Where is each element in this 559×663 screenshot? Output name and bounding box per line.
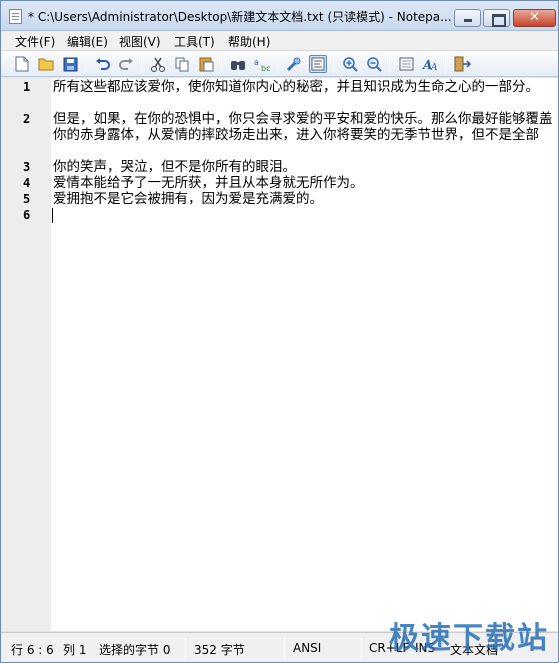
title-bar[interactable]: * C:\Users\Administrator\Desktop\新建文本文档.… <box>1 1 558 31</box>
status-separator <box>361 638 362 658</box>
status-column: 列 1 <box>63 643 87 657</box>
line-number-gutter: 1 2 3 4 5 6 <box>1 78 51 631</box>
maximize-button[interactable] <box>483 9 510 27</box>
status-separator <box>185 638 186 658</box>
zoom-out-icon[interactable] <box>365 55 383 73</box>
menu-help[interactable]: 帮助(H) <box>224 33 274 50</box>
text-editor[interactable]: 1 2 3 4 5 6 所有这些都应该爱你，使你知道你内心的秘密，并且知识成为生… <box>1 78 558 631</box>
window-title: * C:\Users\Administrator\Desktop\新建文本文档.… <box>28 10 452 24</box>
toolbar-separator <box>277 55 278 73</box>
save-icon[interactable] <box>61 55 79 73</box>
svg-text:A: A <box>430 63 438 72</box>
line-number: 6 <box>23 208 31 222</box>
menu-tools[interactable]: 工具(T) <box>170 33 219 50</box>
toolbar-separator <box>85 55 86 73</box>
find-icon[interactable] <box>229 55 247 73</box>
toolbar-separator <box>333 55 334 73</box>
open-folder-icon[interactable] <box>37 55 55 73</box>
text-line: 爱情本能给予了一无所获，并且从本身就无所作为。 <box>53 175 364 191</box>
svg-text:a: a <box>254 58 259 67</box>
view-icon[interactable] <box>397 55 415 73</box>
line-number: 4 <box>23 176 31 190</box>
notepad-window: * C:\Users\Administrator\Desktop\新建文本文档.… <box>0 0 559 663</box>
line-number: 3 <box>23 160 31 174</box>
toolbar-separator <box>141 55 142 73</box>
status-encoding: ANSI <box>293 641 322 655</box>
status-separator <box>284 638 285 658</box>
text-line: 爱拥抱不是它会被拥有，因为爱是充满爱的。 <box>53 191 323 207</box>
text-line: 所有这些都应该爱你，使你知道你内心的秘密，并且知识成为生命之心的一部分。 <box>53 79 539 95</box>
word-wrap-icon[interactable] <box>309 55 327 73</box>
goto-icon[interactable] <box>285 55 303 73</box>
status-position: 行 6 : 6 <box>11 643 54 657</box>
document-icon <box>9 9 22 24</box>
line-number: 5 <box>23 192 31 206</box>
line-number: 2 <box>23 112 31 126</box>
zoom-in-icon[interactable] <box>341 55 359 73</box>
cut-icon[interactable] <box>149 55 167 73</box>
text-caret <box>52 208 53 223</box>
font-icon[interactable]: AA <box>421 55 439 73</box>
status-size: 352 字节 <box>194 643 245 657</box>
status-selected: 选择的字节 0 <box>99 643 171 657</box>
minimize-button[interactable] <box>454 9 481 27</box>
exit-icon[interactable] <box>453 55 471 73</box>
text-line: 但是，如果，在你的恐惧中，你只会寻求爱的平安和爱的快乐。那么你最好能够覆盖你的赤… <box>53 111 553 143</box>
menu-view[interactable]: 视图(V) <box>115 33 165 50</box>
redo-icon[interactable] <box>117 55 135 73</box>
copy-icon[interactable] <box>173 55 191 73</box>
close-button[interactable] <box>513 9 556 27</box>
toolbar-separator <box>445 55 446 73</box>
menu-bar: 文件(F) 编辑(E) 视图(V) 工具(T) 帮助(H) <box>1 31 558 51</box>
text-line: 你的笑声，哭泣，但不是你所有的眼泪。 <box>53 159 296 175</box>
replace-icon[interactable]: a bc <box>253 55 271 73</box>
paste-icon[interactable] <box>197 55 215 73</box>
new-file-icon[interactable] <box>13 55 31 73</box>
toolbar-separator <box>389 55 390 73</box>
toolbar-separator <box>221 55 222 73</box>
toolbar: a bc AA <box>1 51 558 77</box>
line-number: 1 <box>23 80 31 94</box>
undo-icon[interactable] <box>93 55 111 73</box>
svg-text:bc: bc <box>261 64 270 72</box>
menu-file[interactable]: 文件(F) <box>11 33 59 50</box>
menu-edit[interactable]: 编辑(E) <box>63 33 112 50</box>
watermark: 极速下载站 <box>389 621 549 656</box>
